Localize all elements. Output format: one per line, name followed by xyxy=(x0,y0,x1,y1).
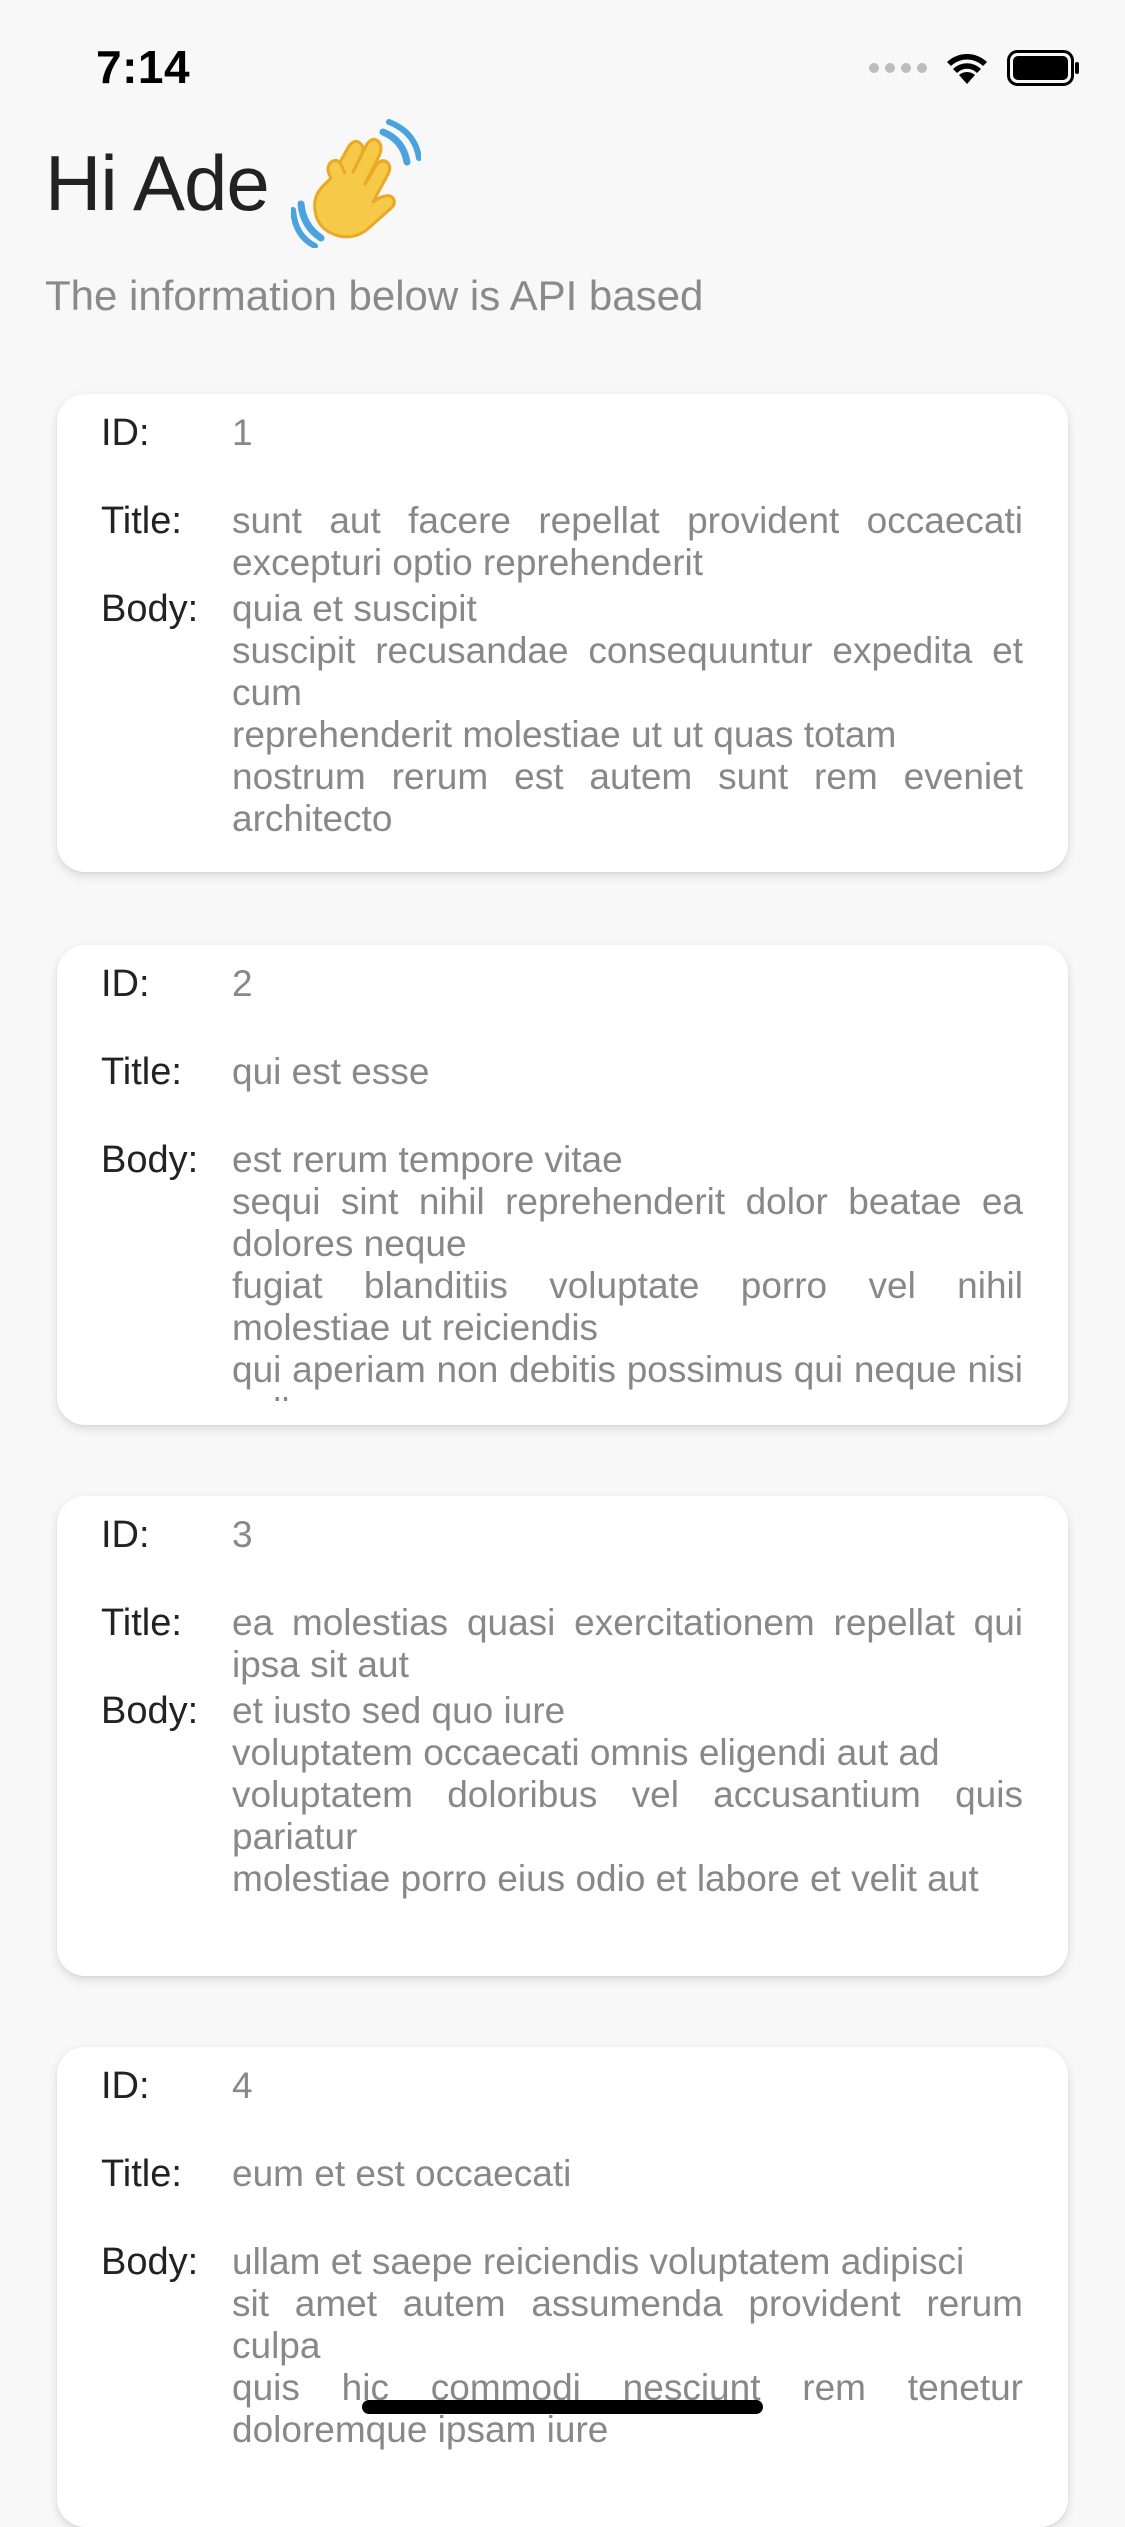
status-icons xyxy=(869,50,1081,86)
post-card-content: ID: 4 Title: eum et est occaecati Body: … xyxy=(101,2065,1023,2503)
title-label: Title: xyxy=(101,500,182,542)
post-body-row: Body: et iusto sed quo iure voluptatem o… xyxy=(101,1690,1023,1900)
post-card[interactable]: ID: 1 Title: sunt aut facere repellat pr… xyxy=(57,394,1068,872)
id-label: ID: xyxy=(101,1514,150,1556)
post-title-value: qui est esse xyxy=(232,1051,430,1092)
title-label: Title: xyxy=(101,1051,182,1093)
post-body-row: Body: ullam et saepe reiciendis voluptat… xyxy=(101,2241,1023,2451)
post-card[interactable]: ID: 3 Title: ea molestias quasi exercita… xyxy=(57,1496,1068,1976)
post-title-row: Title: qui est esse xyxy=(101,1051,1023,1139)
post-card[interactable]: ID: 4 Title: eum et est occaecati Body: … xyxy=(57,2047,1068,2527)
body-label: Body: xyxy=(101,588,199,630)
status-time: 7:14 xyxy=(96,41,191,93)
status-bar: 7:14 xyxy=(0,0,1125,132)
post-id-value: 2 xyxy=(232,963,253,1004)
post-id-row: ID: 1 xyxy=(101,412,1023,500)
post-title-row: Title: sunt aut facere repellat providen… xyxy=(101,500,1023,584)
wifi-icon xyxy=(947,54,987,84)
greeting-header: Hi Ade xyxy=(45,118,421,248)
page-subtitle: The information below is API based xyxy=(45,272,704,319)
id-label: ID: xyxy=(101,2065,150,2107)
title-label: Title: xyxy=(101,2153,182,2195)
post-id-value: 1 xyxy=(232,412,253,453)
post-body-value: quia et suscipit suscipit recusandae con… xyxy=(232,588,1023,839)
post-body-value: ullam et saepe reiciendis voluptatem adi… xyxy=(232,2241,1023,2450)
post-id-row: ID: 3 xyxy=(101,1514,1023,1602)
post-title-value: ea molestias quasi exercitationem repell… xyxy=(232,1602,1023,1685)
body-label: Body: xyxy=(101,2241,199,2283)
post-body-value: est rerum tempore vitae sequi sint nihil… xyxy=(232,1139,1023,1401)
id-label: ID: xyxy=(101,412,150,454)
post-title-row: Title: eum et est occaecati xyxy=(101,2153,1023,2241)
title-label: Title: xyxy=(101,1602,182,1644)
home-indicator[interactable] xyxy=(362,2400,763,2414)
waving-hand-icon xyxy=(290,119,421,248)
body-label: Body: xyxy=(101,1690,199,1732)
greeting-text: Hi Ade xyxy=(45,138,270,227)
post-card-content: ID: 2 Title: qui est esse Body: est reru… xyxy=(101,963,1023,1401)
post-title-row: Title: ea molestias quasi exercitationem… xyxy=(101,1602,1023,1686)
post-title-value: sunt aut facere repellat provident occae… xyxy=(232,500,1023,583)
post-title-value: eum et est occaecati xyxy=(232,2153,572,2194)
battery-icon xyxy=(1007,50,1079,86)
post-body-row: Body: est rerum tempore vitae sequi sint… xyxy=(101,1139,1023,1401)
post-body-row: Body: quia et suscipit suscipit recusand… xyxy=(101,588,1023,840)
body-label: Body: xyxy=(101,1139,199,1181)
post-id-value: 4 xyxy=(232,2065,253,2106)
id-label: ID: xyxy=(101,963,150,1005)
post-body-value: et iusto sed quo iure voluptatem occaeca… xyxy=(232,1690,1023,1899)
post-card[interactable]: ID: 2 Title: qui est esse Body: est reru… xyxy=(57,945,1068,1425)
post-id-row: ID: 2 xyxy=(101,963,1023,1051)
post-card-content: ID: 1 Title: sunt aut facere repellat pr… xyxy=(101,412,1023,848)
signal-icon xyxy=(869,63,927,73)
post-id-row: ID: 4 xyxy=(101,2065,1023,2153)
post-card-content: ID: 3 Title: ea molestias quasi exercita… xyxy=(101,1514,1023,1952)
post-id-value: 3 xyxy=(232,1514,253,1555)
